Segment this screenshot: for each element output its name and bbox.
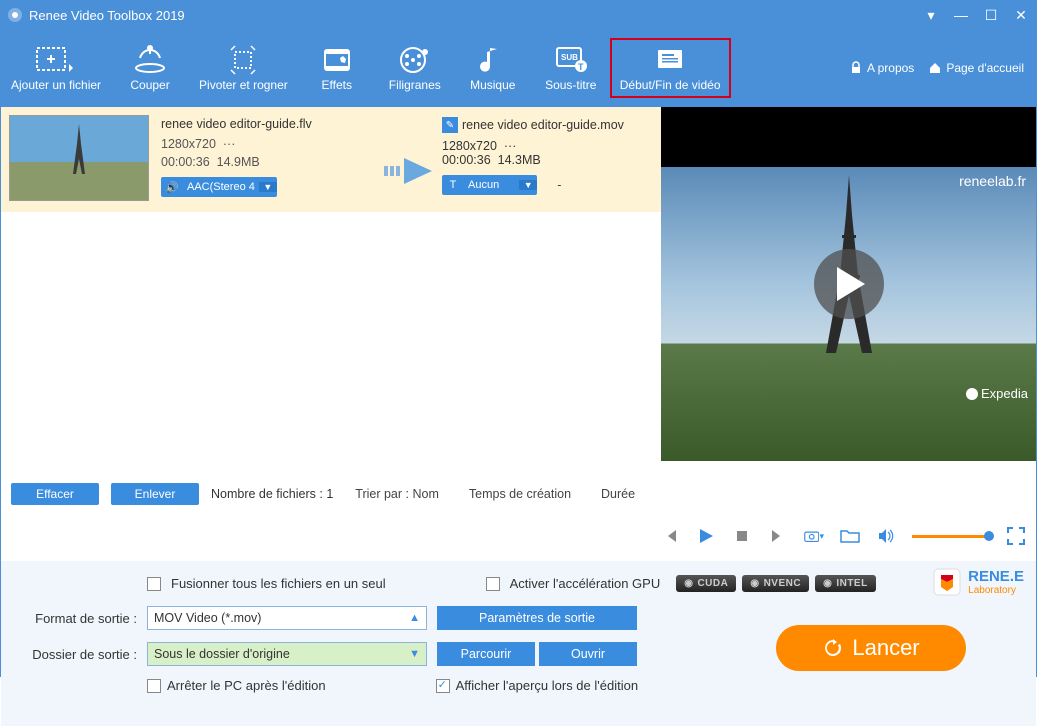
chevron-down-icon: ▼ <box>409 648 420 660</box>
clear-button[interactable]: Effacer <box>11 483 99 505</box>
start-end-icon <box>652 42 688 78</box>
svg-text:T: T <box>578 62 584 72</box>
play-control-button[interactable] <box>696 526 716 546</box>
chevron-down-icon[interactable]: ▼ <box>259 182 277 192</box>
chevron-up-icon: ▲ <box>409 612 420 624</box>
audio-badge[interactable]: 🔊 AAC(Stereo 4 ▼ <box>161 177 277 197</box>
preview-watermark: reneelab.fr <box>959 173 1026 189</box>
minimize-window-button[interactable]: — <box>952 6 970 24</box>
preview-label: Afficher l'aperçu lors de l'édition <box>456 678 639 693</box>
folder-select[interactable]: Sous le dossier d'origine ▼ <box>147 642 427 666</box>
cut-icon <box>132 42 168 78</box>
list-footer: Effacer Enlever Nombre de fichiers : 1 T… <box>1 477 661 511</box>
title-bar: Renee Video Toolbox 2019 ▾ — ☐ ✕ <box>1 1 1036 29</box>
app-title: Renee Video Toolbox 2019 <box>29 8 922 23</box>
refresh-icon <box>822 637 844 659</box>
file-row[interactable]: renee video editor-guide.flv 1280x720 ··… <box>1 107 661 212</box>
launch-button[interactable]: Lancer <box>776 625 966 671</box>
stop-button[interactable] <box>732 526 752 546</box>
browse-button[interactable]: Parcourir <box>437 642 535 666</box>
app-logo-icon <box>7 7 23 23</box>
next-button[interactable] <box>768 526 788 546</box>
maximize-window-button[interactable]: ☐ <box>982 6 1000 24</box>
sort-time[interactable]: Temps de création <box>469 487 571 501</box>
file-thumbnail <box>9 115 149 201</box>
source-file-name: renee video editor-guide.flv <box>161 117 372 131</box>
prev-button[interactable] <box>660 526 680 546</box>
gpu-checkbox[interactable] <box>486 577 500 591</box>
cut-button[interactable]: Couper <box>111 38 189 98</box>
preview-area: reneelab.fr Expedia <box>661 107 1036 461</box>
open-folder-button[interactable] <box>840 526 860 546</box>
edit-icon[interactable]: ✎ <box>442 117 458 133</box>
close-window-button[interactable]: ✕ <box>1012 6 1030 24</box>
folder-label: Dossier de sortie : <box>19 647 137 662</box>
dropdown-window-button[interactable]: ▾ <box>922 6 940 24</box>
add-file-button[interactable]: Ajouter un fichier <box>1 38 111 98</box>
target-file-info: ✎ renee video editor-guide.mov 1280x720 … <box>438 107 661 212</box>
about-link[interactable]: A propos <box>849 61 914 75</box>
format-label: Format de sortie : <box>19 611 137 626</box>
start-end-button[interactable]: Début/Fin de vidéo <box>610 38 731 98</box>
music-icon <box>478 42 508 78</box>
chevron-down-icon[interactable]: ▼ <box>519 180 537 190</box>
target-file-name: renee video editor-guide.mov <box>462 118 624 132</box>
open-button[interactable]: Ouvrir <box>539 642 637 666</box>
remove-button[interactable]: Enlever <box>111 483 199 505</box>
rotate-crop-icon <box>225 42 261 78</box>
nvenc-badge: ◉ NVENC <box>742 575 809 592</box>
preview-brand: Expedia <box>965 386 1028 401</box>
renee-logo: RENE.ELaboratory <box>932 567 1024 597</box>
volume-button[interactable] <box>876 526 896 546</box>
rotate-crop-button[interactable]: Pivoter et rogner <box>189 38 298 98</box>
fullscreen-button[interactable] <box>1006 526 1026 546</box>
effects-icon <box>319 42 355 78</box>
effects-button[interactable]: Effets <box>298 38 376 98</box>
lock-icon <box>849 61 863 75</box>
snapshot-button[interactable]: ▾ <box>804 526 824 546</box>
svg-text:SUB: SUB <box>561 53 578 62</box>
bottom-panel: RENE.ELaboratory Fusionner tous les fich… <box>1 561 1036 726</box>
shutdown-checkbox[interactable] <box>147 679 161 693</box>
sort-duration[interactable]: Durée <box>601 487 635 501</box>
play-button[interactable] <box>814 249 884 319</box>
gpu-label: Activer l'accélération GPU <box>510 576 661 591</box>
file-list-area: renee video editor-guide.flv 1280x720 ··… <box>1 107 661 511</box>
play-icon <box>837 267 867 301</box>
merge-checkbox[interactable] <box>147 577 161 591</box>
merge-label: Fusionner tous les fichiers en un seul <box>171 576 386 591</box>
text-icon: T <box>442 179 464 191</box>
subtitle-button[interactable]: SUBT Sous-titre <box>532 38 610 98</box>
watermarks-button[interactable]: Filigranes <box>376 38 454 98</box>
speaker-icon: 🔊 <box>161 181 183 194</box>
shutdown-label: Arrêter le PC après l'édition <box>167 678 326 693</box>
file-count: Nombre de fichiers : 1 <box>211 487 333 501</box>
watermarks-icon <box>397 42 433 78</box>
main-toolbar: Ajouter un fichier Couper Pivoter et rog… <box>1 29 1036 107</box>
sort-name[interactable]: Nom <box>412 487 438 501</box>
subtitle-icon: SUBT <box>553 42 589 78</box>
music-button[interactable]: Musique <box>454 38 532 98</box>
volume-slider[interactable] <box>912 535 990 538</box>
format-select[interactable]: MOV Video (*.mov) ▲ <box>147 606 427 630</box>
renee-shield-icon <box>932 567 962 597</box>
preview-checkbox[interactable] <box>436 679 450 693</box>
home-link[interactable]: Page d'accueil <box>928 61 1024 75</box>
conversion-arrow-icon <box>380 129 438 212</box>
intel-badge: ◉ INTEL <box>815 575 876 592</box>
cuda-badge: ◉ CUDA <box>676 575 736 592</box>
add-file-icon <box>35 42 77 78</box>
text-badge[interactable]: T Aucun ▼ <box>442 175 537 195</box>
params-button[interactable]: Paramètres de sortie <box>437 606 637 630</box>
home-icon <box>928 61 942 75</box>
source-file-info: renee video editor-guide.flv 1280x720 ··… <box>149 107 380 212</box>
